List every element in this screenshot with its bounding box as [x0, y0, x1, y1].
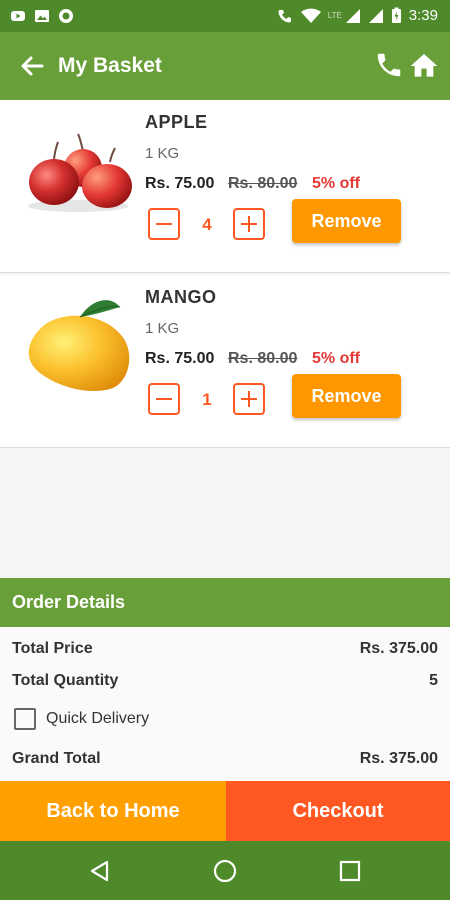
decrease-quantity-button[interactable] — [148, 383, 180, 415]
decrease-quantity-button[interactable] — [148, 208, 180, 240]
total-quantity-value: 5 — [429, 672, 438, 689]
item-name: MANGO — [145, 287, 217, 307]
signal-icon — [345, 8, 360, 23]
increase-quantity-button[interactable] — [233, 208, 265, 240]
item-price: Rs. 75.00 — [145, 350, 215, 367]
item-unit: 1 KG — [145, 320, 180, 337]
back-to-home-button[interactable]: Back to Home — [0, 781, 226, 841]
checkout-button[interactable]: Checkout — [226, 781, 450, 841]
nav-home-icon[interactable] — [212, 858, 238, 884]
notification-icons — [10, 8, 74, 24]
total-price-value: Rs. 375.00 — [359, 640, 438, 657]
apple-image — [28, 133, 132, 212]
app-bar: My Basket — [0, 32, 450, 100]
grand-total-value: Rs. 375.00 — [359, 750, 438, 767]
quick-delivery-label[interactable]: Quick Delivery — [46, 710, 149, 728]
signal-2-icon — [368, 8, 383, 23]
item-name: APPLE — [145, 112, 208, 132]
order-details-header: Order Details — [0, 578, 450, 627]
item-discount: 5% off — [312, 350, 360, 367]
basket-item-mango: MANGO 1 KG Rs. 75.00 Rs. 80.00 5% off 1 … — [0, 275, 450, 448]
item-quantity: 4 — [202, 215, 212, 234]
quick-delivery-checkbox[interactable] — [14, 708, 36, 730]
mango-image — [28, 300, 130, 392]
back-arrow-icon[interactable] — [18, 52, 46, 80]
item-price: Rs. 75.00 — [145, 175, 215, 192]
wifi-icon — [300, 8, 321, 23]
increase-quantity-button[interactable] — [233, 383, 265, 415]
total-price-label: Total Price — [12, 640, 93, 657]
youtube-icon — [11, 11, 25, 21]
item-quantity: 1 — [202, 390, 212, 409]
item-unit: 1 KG — [145, 145, 180, 162]
item-discount: 5% off — [312, 175, 360, 192]
system-icons: LTE 3:39 — [276, 7, 438, 24]
grand-total-label: Grand Total — [12, 750, 101, 767]
page-title: My Basket — [58, 54, 162, 77]
total-quantity-label: Total Quantity — [12, 672, 119, 689]
order-details-panel: Total Price Rs. 375.00 Total Quantity 5 … — [0, 627, 450, 781]
home-icon[interactable] — [408, 50, 440, 82]
status-bar: LTE 3:39 — [0, 0, 450, 32]
item-original-price: Rs. 80.00 — [228, 175, 298, 192]
clock: 3:39 — [408, 7, 438, 24]
battery-charging-icon — [391, 7, 401, 23]
network-type-label: LTE — [327, 11, 342, 20]
record-icon — [59, 9, 73, 23]
system-nav-bar — [0, 841, 450, 900]
item-original-price: Rs. 80.00 — [228, 350, 298, 367]
nav-recents-icon[interactable] — [337, 858, 363, 884]
phone-icon[interactable] — [374, 50, 404, 80]
image-icon — [35, 10, 49, 22]
remove-button[interactable]: Remove — [292, 374, 401, 418]
phone-lte-icon — [278, 9, 291, 22]
basket-list-empty-area — [0, 450, 450, 578]
basket-item-apple: APPLE 1 KG Rs. 75.00 Rs. 80.00 5% off 4 … — [0, 100, 450, 273]
nav-back-icon[interactable] — [87, 858, 113, 884]
remove-button[interactable]: Remove — [292, 199, 401, 243]
